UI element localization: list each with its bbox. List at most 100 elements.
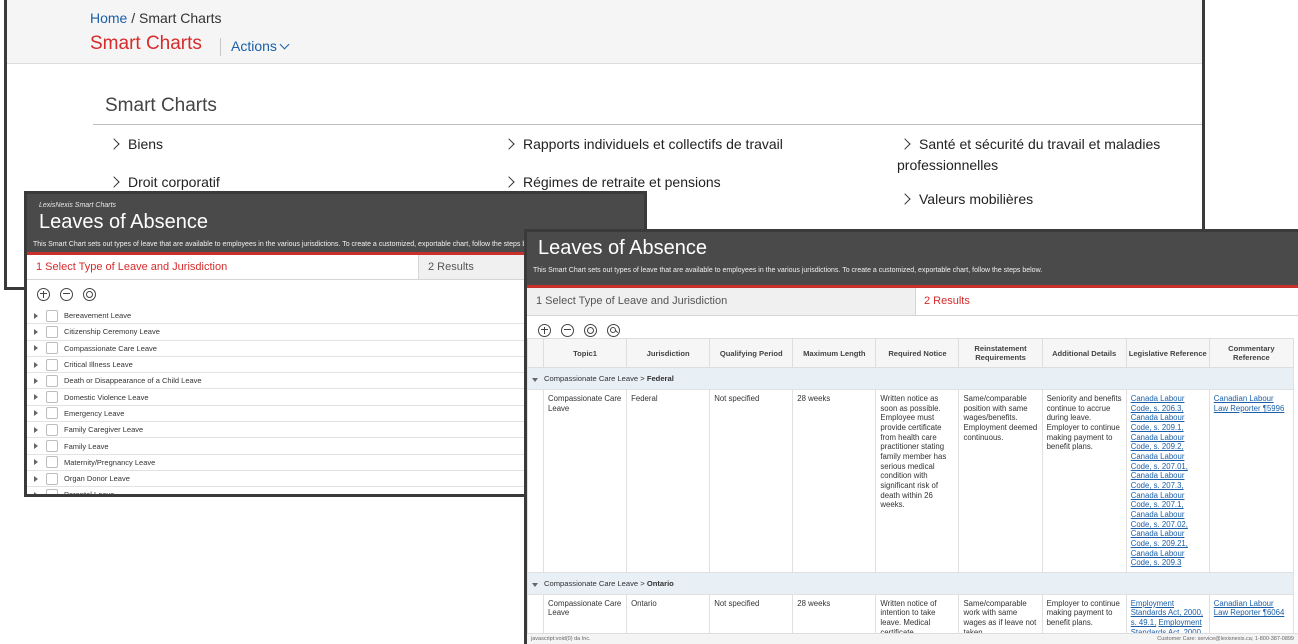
group-row[interactable]: Compassionate Care Leave > Federal bbox=[527, 367, 1294, 390]
header-divider bbox=[220, 38, 221, 56]
expand-all-icon[interactable] bbox=[538, 323, 551, 337]
table-row: Compassionate Care Leave Federal Not speci… bbox=[527, 389, 1295, 573]
checkbox[interactable] bbox=[46, 325, 58, 338]
checkbox[interactable] bbox=[46, 440, 58, 453]
legislative-link[interactable]: Canada Labour Code, s. 209.1, bbox=[1131, 413, 1185, 432]
cell-required-notice: Written notice as soon as possible. Empl… bbox=[875, 389, 960, 573]
group-label-jurisdiction: Federal bbox=[646, 373, 674, 383]
leave-type-label: Bereavement Leave bbox=[64, 311, 132, 321]
checkbox[interactable] bbox=[46, 374, 58, 387]
chart-description: This Smart Chart sets out types of leave… bbox=[533, 267, 1043, 274]
collapse-all-icon[interactable] bbox=[60, 287, 73, 301]
page-header: Home / Smart Charts Smart Charts Actions bbox=[7, 0, 1202, 64]
breadcrumb-current: Smart Charts bbox=[139, 10, 222, 26]
chevron-right-icon bbox=[899, 193, 911, 205]
column-header: Additional Details bbox=[1041, 338, 1127, 368]
zoom-icon[interactable] bbox=[607, 323, 620, 337]
chart-title: Leaves of Absence bbox=[538, 237, 708, 259]
expand-arrow-icon[interactable] bbox=[34, 443, 38, 450]
expand-arrow-icon[interactable] bbox=[34, 410, 38, 417]
expand-arrow-icon[interactable] bbox=[34, 377, 38, 384]
cell-additional-details: Seniority and benefits continue to accru… bbox=[1041, 389, 1127, 573]
chart-description: This Smart Chart sets out types of leave… bbox=[33, 241, 543, 248]
status-url: javascript:void(0) bbox=[531, 636, 573, 642]
reset-icon[interactable] bbox=[83, 287, 96, 301]
expand-arrow-icon[interactable] bbox=[34, 394, 38, 401]
chart-header: Leaves of Absence This Smart Chart sets … bbox=[527, 232, 1298, 288]
expand-arrow-icon[interactable] bbox=[34, 345, 38, 352]
results-toolbar bbox=[527, 316, 1298, 338]
expand-arrow-icon[interactable] bbox=[34, 361, 38, 368]
cell-reinstatement: Same/comparable position with same wages… bbox=[958, 389, 1043, 573]
category-link-regimes-retraite[interactable]: Régimes de retraite et pensions bbox=[503, 172, 721, 193]
chevron-right-icon bbox=[108, 138, 120, 150]
expand-arrow-icon[interactable] bbox=[34, 426, 38, 433]
leave-type-label: Compassionate Care Leave bbox=[64, 343, 157, 353]
cell-jurisdiction: Federal bbox=[626, 389, 711, 573]
actions-menu-button[interactable]: Actions bbox=[231, 38, 290, 54]
checkbox[interactable] bbox=[46, 423, 58, 436]
checkbox[interactable] bbox=[46, 309, 58, 322]
category-label: Régimes de retraite et pensions bbox=[523, 174, 721, 190]
leave-type-label: Organ Donor Leave bbox=[64, 474, 130, 484]
expand-arrow-icon[interactable] bbox=[34, 459, 38, 466]
breadcrumb: Home / Smart Charts bbox=[90, 10, 222, 26]
tab-results[interactable]: 2 Results bbox=[916, 288, 1298, 315]
leave-type-label: Family Leave bbox=[64, 441, 109, 451]
status-company: da Inc. bbox=[574, 636, 591, 642]
reset-icon[interactable] bbox=[584, 323, 597, 337]
step-tabs: 1 Select Type of Leave and Jurisdiction … bbox=[527, 288, 1298, 316]
tab-select-type[interactable]: 1 Select Type of Leave and Jurisdiction bbox=[527, 288, 916, 315]
column-header: Topic1 bbox=[543, 338, 628, 368]
expand-arrow-icon[interactable] bbox=[34, 328, 38, 335]
leave-type-label: Maternity/Pregnancy Leave bbox=[64, 457, 156, 467]
column-header: Legislative Reference bbox=[1125, 338, 1210, 368]
category-link-valeurs-mobilieres[interactable]: Valeurs mobilières bbox=[899, 189, 1034, 210]
leave-type-label: Parental Leave bbox=[64, 490, 115, 497]
checkbox[interactable] bbox=[46, 472, 58, 485]
commentary-link[interactable]: Canadian Labour Law Reporter ¶5996 bbox=[1214, 394, 1285, 413]
expand-arrow-icon[interactable] bbox=[34, 475, 38, 482]
collapse-all-icon[interactable] bbox=[561, 323, 574, 337]
chevron-right-icon bbox=[899, 138, 911, 150]
header-spacer bbox=[527, 338, 545, 368]
legislative-link[interactable]: Canada Labour Code, s. 206.3, bbox=[1131, 394, 1185, 413]
status-contact: Customer Care: service@lexisnexis.ca; 1-… bbox=[1157, 636, 1294, 642]
legislative-link[interactable]: Canada Labour Code, s. 209.2, bbox=[1131, 433, 1185, 452]
group-row[interactable]: Compassionate Care Leave > Ontario bbox=[527, 571, 1294, 595]
chevron-right-icon bbox=[503, 176, 515, 188]
category-link-biens[interactable]: Biens bbox=[108, 134, 164, 155]
checkbox[interactable] bbox=[46, 391, 58, 404]
checkbox[interactable] bbox=[46, 488, 58, 494]
commentary-link[interactable]: Canadian Labour Law Reporter ¶6064 bbox=[1214, 599, 1285, 618]
expand-all-icon[interactable] bbox=[37, 287, 50, 301]
category-label: Biens bbox=[128, 136, 164, 152]
checkbox[interactable] bbox=[46, 342, 58, 355]
expand-arrow-icon[interactable] bbox=[34, 312, 38, 319]
category-link-rapports[interactable]: Rapports individuels et collectifs de tr… bbox=[503, 134, 783, 155]
group-label-prefix: Compassionate Care Leave > bbox=[544, 373, 645, 383]
section-title: Smart Charts bbox=[105, 95, 217, 116]
chevron-right-icon bbox=[503, 138, 515, 150]
column-header: Required Notice bbox=[875, 338, 960, 368]
breadcrumb-home-link[interactable]: Home bbox=[90, 10, 127, 26]
checkbox[interactable] bbox=[46, 407, 58, 420]
checkbox[interactable] bbox=[46, 456, 58, 469]
tab-select-type[interactable]: 1 Select Type of Leave and Jurisdiction bbox=[27, 255, 419, 279]
breadcrumb-separator: / bbox=[131, 10, 136, 26]
expand-arrow-icon[interactable] bbox=[34, 491, 38, 494]
cell-legislative-reference: Canada Labour Code, s. 206.3, Canada Lab… bbox=[1125, 389, 1210, 573]
category-link-droit-corporatif[interactable]: Droit corporatif bbox=[108, 172, 220, 193]
category-link-sante-securite[interactable]: Santé et sécurité du travail et maladies… bbox=[897, 134, 1197, 176]
category-label: Valeurs mobilières bbox=[919, 191, 1034, 207]
section-divider bbox=[93, 124, 1202, 125]
column-header: Jurisdiction bbox=[626, 338, 711, 368]
collapse-arrow-icon[interactable] bbox=[532, 377, 538, 382]
leave-type-label: Citizenship Ceremony Leave bbox=[64, 327, 160, 337]
category-label: Droit corporatif bbox=[128, 174, 220, 190]
leave-type-label: Domestic Violence Leave bbox=[64, 392, 149, 402]
checkbox[interactable] bbox=[46, 358, 58, 371]
collapse-arrow-icon[interactable] bbox=[532, 582, 538, 587]
table-header-row: Topic1 Jurisdiction Qualifying Period Maxim… bbox=[527, 338, 1295, 368]
group-label-prefix: Compassionate Care Leave > bbox=[544, 578, 645, 588]
